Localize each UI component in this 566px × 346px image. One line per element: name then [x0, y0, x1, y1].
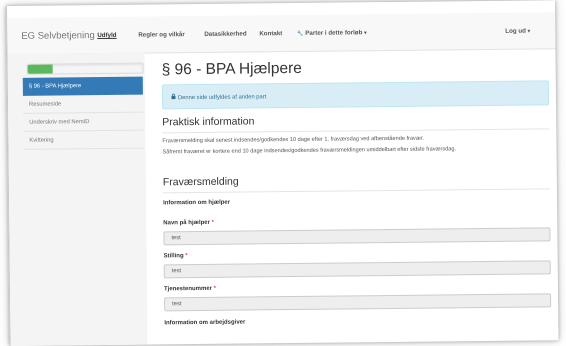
required-marker: *: [213, 285, 217, 292]
field-label-navn: Navn på hjælper *: [163, 220, 214, 227]
sidebar-item-resumeside[interactable]: Resumeside: [22, 94, 144, 114]
page-title: § 96 - BPA Hjælpere: [161, 59, 302, 79]
brand-logo[interactable]: EG Selvbetjening: [21, 30, 95, 42]
stilling-input[interactable]: test: [163, 260, 551, 279]
nav-parter-label: Parter i dette forløb: [305, 29, 363, 37]
field-label-text: Tjenestenummer: [163, 285, 213, 293]
progress-bar: [26, 62, 144, 75]
nav-parter-dropdown[interactable]: 🔧 Parter i dette forløb ▾: [297, 29, 366, 37]
alert-text: Denne side udfyldes af anden part: [177, 94, 267, 102]
divider: [162, 188, 550, 194]
practical-info-line-1: Fraværsmelding skal senest indsendes/god…: [162, 135, 424, 145]
nav-regler-og-vilkar[interactable]: Regler og vilkår: [138, 31, 185, 38]
logout-dropdown[interactable]: Log ud ▾: [505, 28, 530, 35]
employer-section-label: Information om arbejdsgiver: [164, 319, 246, 327]
top-navbar: EG Selvbetjening Udfyld Regler og vilkår…: [7, 12, 556, 55]
field-label-text: Navn på hjælper: [163, 219, 211, 227]
absence-heading: Fraværsmelding: [162, 175, 239, 189]
info-alert: Denne side udfyldes af anden part: [161, 80, 550, 110]
divider: [162, 128, 550, 134]
helper-section-label: Information om hjælper: [163, 199, 231, 207]
chevron-down-icon: ▾: [527, 28, 531, 35]
field-label-tjenestenummer: Tjenestenummer *: [164, 286, 216, 293]
logout-label: Log ud: [505, 27, 526, 35]
sidebar-item-bpa-hjaelpere[interactable]: § 96 - BPA Hjælpere: [22, 76, 143, 96]
sidebar-item-underskriv-nemid[interactable]: Underskriv med NemID: [23, 112, 144, 132]
sidebar-item-kvittering[interactable]: Kvittering: [23, 130, 144, 150]
field-label-stilling: Stilling *: [164, 253, 188, 259]
lock-icon: [171, 93, 176, 101]
practical-info-line-2: Såfremt fraværet er kortere end 10 dage …: [162, 146, 457, 156]
required-marker: *: [185, 253, 188, 260]
field-label-text: Stilling: [163, 253, 184, 260]
practical-info-heading: Praktisk information: [162, 115, 255, 129]
required-marker: *: [211, 219, 215, 226]
chevron-down-icon: ▾: [364, 30, 367, 37]
alert-message: Denne side udfyldes af anden part: [171, 92, 266, 101]
nav-udfyld[interactable]: Udfyld: [97, 32, 116, 39]
tjenestenummer-input[interactable]: test: [164, 293, 552, 312]
nav-datasikkerhed[interactable]: Datasikkerhed: [204, 30, 246, 37]
nav-kontakt[interactable]: Kontakt: [259, 30, 282, 37]
navn-paa-hjaelper-input[interactable]: test: [163, 227, 551, 246]
progress-bar-fill: [27, 64, 54, 74]
browser-frame: EG Selvbetjening Udfyld Regler og vilkår…: [6, 0, 559, 346]
wrench-icon: 🔧: [297, 30, 304, 37]
